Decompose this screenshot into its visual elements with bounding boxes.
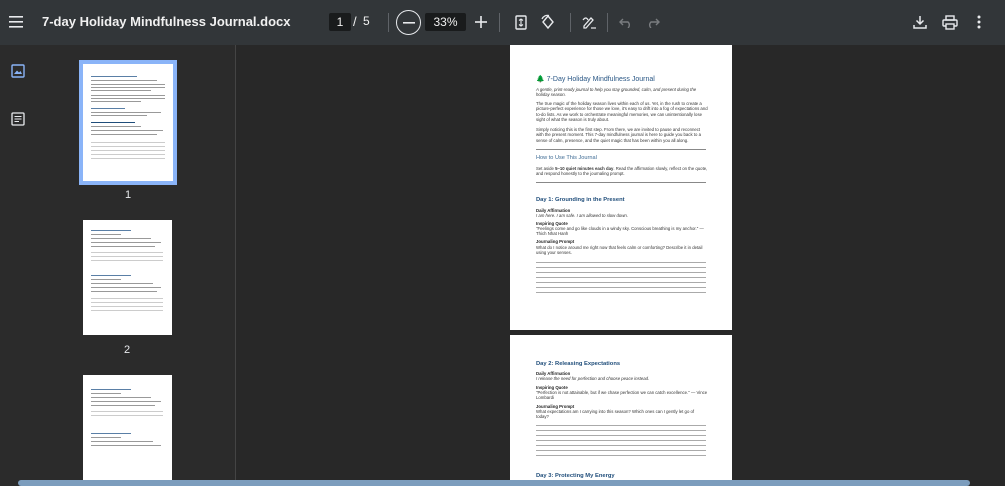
page-thumbnail-1[interactable]: [79, 60, 177, 185]
day-heading: Day 1: Grounding in the Present: [536, 197, 625, 203]
writing-line: [536, 292, 706, 293]
document-page-2: Day 2: Releasing Expectations Daily Affi…: [510, 335, 732, 486]
zoom-out-button[interactable]: [396, 10, 421, 35]
prompt-text: What expectations am I carrying into thi…: [536, 409, 695, 420]
writing-line: [536, 277, 706, 278]
writing-line: [536, 430, 706, 431]
day-heading: Day 3: Protecting My Energy: [536, 473, 615, 479]
document-subtitle: A gentle, print-ready journal to help yo…: [536, 87, 697, 98]
writing-line: [536, 267, 706, 268]
writing-line: [536, 435, 706, 436]
section-divider: [536, 149, 706, 150]
undo-icon[interactable]: [614, 10, 638, 34]
page-thumbnail-label: 2: [123, 344, 131, 356]
writing-line: [536, 455, 706, 456]
rotate-icon[interactable]: [536, 10, 560, 34]
total-pages: 5: [363, 14, 370, 28]
writing-line: [536, 445, 706, 446]
fit-page-icon[interactable]: [509, 10, 533, 34]
download-icon[interactable]: [908, 10, 932, 34]
prompt-label: Journaling Prompt: [536, 239, 575, 244]
quote-text: "Perfection is not attainable, but if we…: [536, 390, 708, 401]
horizontal-scrollbar[interactable]: [18, 480, 970, 486]
prompt-text: What do I notice around me right now tha…: [536, 245, 703, 256]
pdf-toolbar: 7-day Holiday Mindfulness Journal.docx 1…: [0, 0, 1005, 45]
toolbar-divider: [388, 13, 389, 32]
document-outline-icon[interactable]: [8, 109, 28, 129]
section-divider: [536, 182, 706, 183]
print-icon[interactable]: [938, 10, 962, 34]
writing-line: [536, 440, 706, 441]
howto-text: Set aside 5–10 quiet minutes each day. R…: [536, 166, 708, 177]
toolbar-divider: [570, 13, 571, 32]
annotate-pen-icon[interactable]: [577, 10, 601, 34]
quote-text: "Feelings come and go like clouds in a w…: [536, 226, 704, 237]
menu-icon[interactable]: [4, 10, 28, 34]
thumbnail-sidebar: 1 2: [0, 45, 236, 486]
zoom-level-input[interactable]: 33%: [425, 13, 466, 31]
more-options-icon[interactable]: [967, 10, 991, 34]
redo-icon[interactable]: [641, 10, 665, 34]
intro-paragraph: Simply noticing this is the first step. …: [536, 127, 701, 143]
writing-line: [536, 272, 706, 273]
section-heading: How to Use This Journal: [536, 155, 597, 161]
page-thumbnail-3[interactable]: [83, 375, 172, 486]
writing-line: [536, 262, 706, 263]
page-thumbnail-2[interactable]: [83, 220, 172, 335]
document-page-1: 🌲 7-Day Holiday Mindfulness Journal A ge…: [510, 45, 732, 330]
toolbar-divider: [607, 13, 608, 32]
page-separator: /: [353, 14, 357, 29]
thumbnails-view-icon[interactable]: [8, 61, 28, 81]
document-title: 7-day Holiday Mindfulness Journal.docx: [42, 14, 291, 29]
affirmation-text: I am here. I am safe. I am allowed to sl…: [536, 213, 628, 218]
intro-paragraph: The true magic of the holiday season liv…: [536, 101, 708, 122]
page-thumbnail-label: 1: [124, 189, 132, 201]
toolbar-divider: [499, 13, 500, 32]
writing-line: [536, 287, 706, 288]
writing-line: [536, 282, 706, 283]
document-viewer: 🌲 7-Day Holiday Mindfulness Journal A ge…: [237, 45, 1005, 486]
affirmation-text: I release the need for perfection and ch…: [536, 376, 650, 381]
page-number-input[interactable]: 1: [329, 13, 351, 31]
writing-line: [536, 450, 706, 451]
zoom-in-button[interactable]: [469, 10, 493, 34]
writing-line: [536, 425, 706, 426]
document-heading: 🌲 7-Day Holiday Mindfulness Journal: [536, 76, 655, 83]
day-heading: Day 2: Releasing Expectations: [536, 361, 621, 367]
